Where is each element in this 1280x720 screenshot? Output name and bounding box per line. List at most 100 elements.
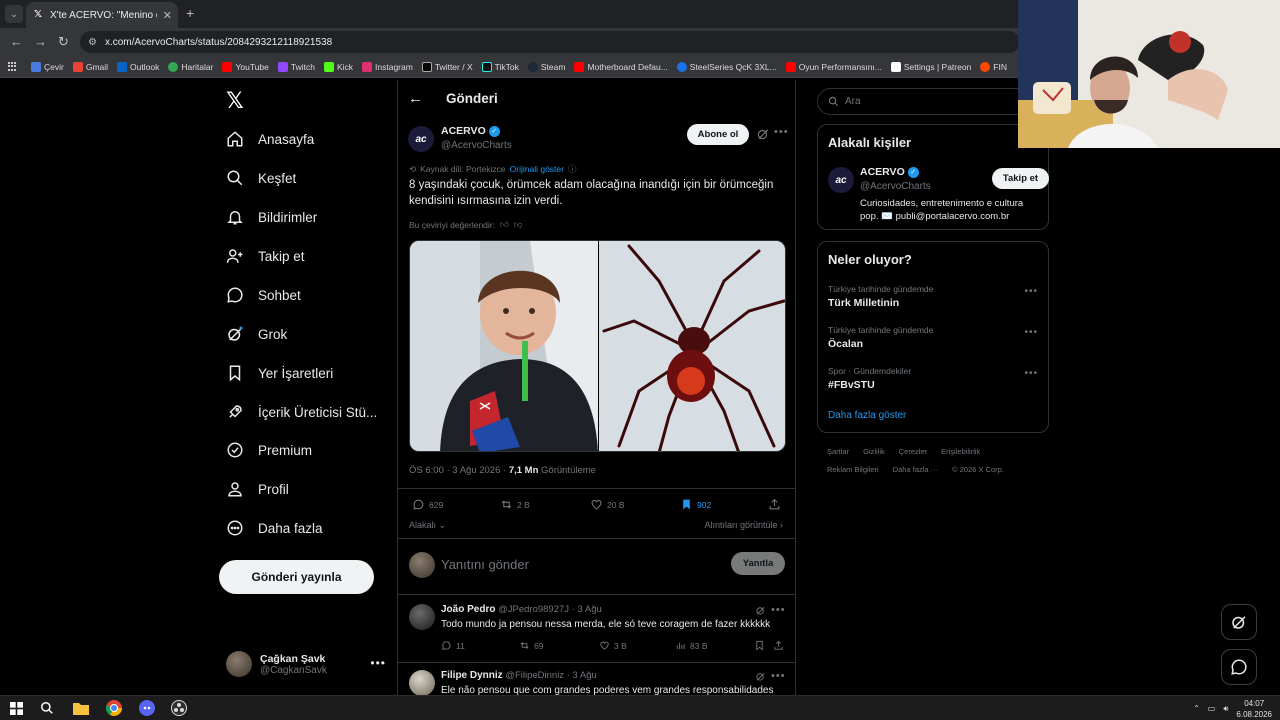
- thumbs-up-icon[interactable]: 👍︎: [500, 219, 509, 230]
- browser-tab[interactable]: 𝕏 X'te ACERVO: "Menino de 8 ano ✕: [26, 2, 178, 28]
- bookmark-icon[interactable]: [754, 640, 765, 651]
- forward-arrow-icon[interactable]: →: [34, 34, 47, 50]
- reply-action[interactable]: 629: [412, 498, 443, 511]
- footer-link[interactable]: Daha fazla ···: [893, 465, 938, 474]
- spider-photo[interactable]: [599, 241, 785, 451]
- show-original-link[interactable]: Orijinali göster: [510, 164, 564, 174]
- footer-link[interactable]: Çerezler: [899, 447, 927, 456]
- discord-icon[interactable]: [138, 699, 156, 717]
- site-info-icon[interactable]: ⚙: [88, 37, 97, 48]
- show-more-link[interactable]: Daha fazla göster: [828, 410, 906, 421]
- avatar[interactable]: [409, 670, 435, 695]
- network-icon[interactable]: ▭: [1208, 704, 1216, 713]
- post-button[interactable]: Gönderi yayınla: [219, 560, 374, 594]
- more-horizontal-icon[interactable]: •••: [1024, 327, 1038, 338]
- new-tab-icon[interactable]: +: [186, 5, 194, 21]
- more-horizontal-icon[interactable]: •••: [771, 670, 786, 682]
- repost-action[interactable]: 69: [519, 640, 543, 651]
- bookmark-item[interactable]: Settings | Patreon: [890, 61, 971, 72]
- footer-link[interactable]: Reklam Bilgileri: [827, 465, 879, 474]
- trend-item[interactable]: Spor · Gündemdekiler #FBvSTU •••: [828, 366, 1040, 391]
- apps-grid-icon[interactable]: [8, 61, 18, 72]
- bookmark-item[interactable]: YouTube: [222, 61, 269, 72]
- chevron-up-icon[interactable]: ⌃: [1193, 704, 1200, 713]
- x-logo-icon[interactable]: 𝕏: [226, 88, 244, 114]
- account-switcher[interactable]: Çağkan Şavk @CagkanSavk •••: [226, 648, 386, 680]
- reply-button[interactable]: Yanıtla: [731, 552, 785, 575]
- reload-icon[interactable]: ↻: [58, 34, 69, 50]
- related-name[interactable]: ACERVO ✓: [860, 166, 919, 178]
- more-horizontal-icon[interactable]: •••: [370, 656, 386, 670]
- nav-bookmarks[interactable]: Yer İşaretleri: [226, 364, 333, 382]
- grok-icon[interactable]: [755, 671, 766, 682]
- avatar[interactable]: ac: [408, 126, 434, 152]
- close-tab-icon[interactable]: ✕: [163, 9, 172, 22]
- repost-action[interactable]: 2 B: [500, 498, 530, 511]
- footer-link[interactable]: Şartlar: [827, 447, 849, 456]
- bookmark-item[interactable]: Oyun Performansını...: [785, 61, 882, 72]
- nav-grok[interactable]: Grok: [226, 325, 287, 343]
- views-action[interactable]: 83 B: [675, 640, 708, 651]
- more-horizontal-icon[interactable]: •••: [774, 126, 789, 138]
- obs-icon[interactable]: [170, 699, 188, 717]
- search-input[interactable]: Ara: [817, 88, 1049, 115]
- bookmark-item[interactable]: TikTok: [481, 61, 519, 72]
- author-name[interactable]: ACERVO ✓: [441, 125, 500, 137]
- bookmark-item[interactable]: Instagram: [362, 61, 413, 72]
- volume-icon[interactable]: 🔊︎: [1223, 704, 1228, 714]
- bookmark-item[interactable]: FIN: [980, 61, 1007, 72]
- nav-chat[interactable]: Sohbet: [226, 286, 301, 304]
- messages-floating-button[interactable]: [1221, 649, 1257, 685]
- reply-action[interactable]: 11: [441, 640, 465, 651]
- search-icon[interactable]: [38, 699, 56, 717]
- footer-link[interactable]: Erişilebilirlik: [941, 447, 980, 456]
- nav-profile[interactable]: Profil: [226, 480, 289, 498]
- view-quotes-link[interactable]: Alıntıları görüntüle ›: [704, 520, 783, 530]
- author-handle[interactable]: @AcervoCharts: [441, 140, 512, 151]
- grok-icon[interactable]: [755, 605, 766, 616]
- tab-search-button[interactable]: ⌄: [5, 5, 23, 23]
- bookmark-item[interactable]: Kick: [323, 61, 353, 72]
- nav-notifications[interactable]: Bildirimler: [226, 208, 317, 226]
- more-horizontal-icon[interactable]: •••: [1024, 286, 1038, 297]
- address-bar[interactable]: ⚙ x.com/AcervoCharts/status/208429321211…: [80, 31, 1020, 53]
- file-explorer-icon[interactable]: [72, 699, 90, 717]
- thumbs-down-icon[interactable]: 👎︎: [514, 219, 523, 230]
- grok-icon[interactable]: [756, 127, 770, 141]
- nav-explore[interactable]: Keşfet: [226, 169, 296, 187]
- trend-item[interactable]: Türkiye tarihinde gündemde Öcalan •••: [828, 325, 1040, 350]
- bookmark-item[interactable]: Twitch: [277, 61, 315, 72]
- boy-photo[interactable]: [410, 241, 598, 451]
- subscribe-button[interactable]: Abone ol: [687, 124, 749, 145]
- bookmark-action[interactable]: 902: [680, 498, 711, 511]
- nav-creator-studio[interactable]: İçerik Üreticisi Stü...: [226, 403, 377, 421]
- bookmark-item[interactable]: Haritalar: [168, 61, 213, 72]
- nav-home[interactable]: Anasayfa: [226, 130, 314, 148]
- bookmark-item[interactable]: Outlook: [117, 61, 159, 72]
- bookmark-item[interactable]: Steam: [527, 61, 565, 72]
- bookmark-item[interactable]: Çevir: [31, 61, 64, 72]
- like-action[interactable]: 20 B: [590, 498, 625, 511]
- reply-input[interactable]: Yanıtını gönder: [441, 557, 529, 572]
- share-action[interactable]: [768, 498, 781, 511]
- follow-button[interactable]: Takip et: [992, 168, 1049, 189]
- post-media[interactable]: [409, 240, 786, 452]
- nav-more[interactable]: Daha fazla: [226, 519, 323, 537]
- share-icon[interactable]: [773, 640, 784, 651]
- more-horizontal-icon[interactable]: •••: [771, 604, 786, 616]
- sort-relevant-dropdown[interactable]: Alakalı ⌄: [409, 520, 446, 531]
- windows-start-icon[interactable]: [7, 699, 25, 717]
- bookmark-item[interactable]: Twitter / X: [421, 61, 473, 72]
- back-arrow-icon[interactable]: ←: [10, 34, 23, 50]
- footer-link[interactable]: Gizlilik: [863, 447, 885, 456]
- reply-item[interactable]: João Pedro @JPedro98927J · 3 Ağu ••• Tod…: [409, 604, 785, 662]
- bookmark-item[interactable]: Gmail: [72, 61, 108, 72]
- chrome-icon[interactable]: [105, 699, 123, 717]
- nav-follow[interactable]: Takip et: [226, 247, 305, 265]
- avatar[interactable]: [409, 604, 435, 630]
- back-arrow-icon[interactable]: ←: [408, 90, 423, 107]
- avatar[interactable]: ac: [828, 167, 854, 193]
- bookmark-item[interactable]: SteelSeries QcK 3XL...: [676, 61, 777, 72]
- reply-item[interactable]: Filipe Dynniz @FilipeDinniz · 3 Ağu ••• …: [409, 670, 785, 695]
- clock[interactable]: 04:07 6.08.2026: [1236, 698, 1272, 720]
